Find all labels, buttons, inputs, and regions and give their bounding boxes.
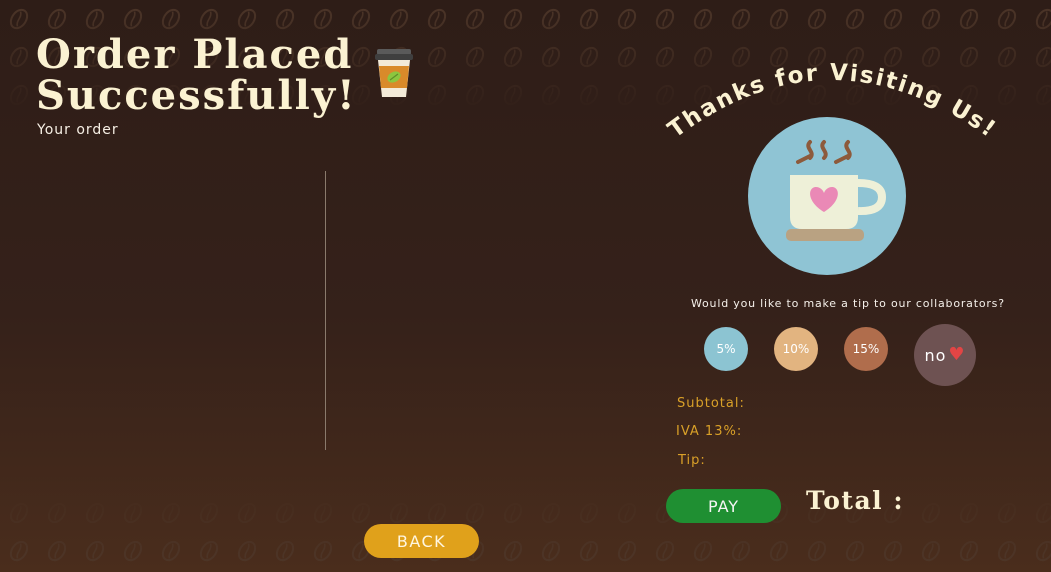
tip-15-button[interactable]: 15%	[844, 327, 888, 371]
title-line-1: Order Placed	[36, 31, 354, 78]
subtotal-label: Subtotal:	[677, 396, 745, 411]
iva-label: IVA 13%:	[676, 424, 743, 439]
order-subtitle: Your order	[37, 122, 119, 138]
tip-5-button[interactable]: 5%	[704, 327, 748, 371]
order-divider	[325, 171, 326, 450]
heart-icon: ♥	[948, 344, 966, 365]
tip-label: Tip:	[678, 453, 706, 468]
tip-question: Would you like to make a tip to our coll…	[691, 297, 1005, 310]
tip-10-button[interactable]: 10%	[774, 327, 818, 371]
total-label: Total :	[806, 486, 905, 515]
no-tip-button[interactable]: no ♥	[914, 324, 976, 386]
title-line-2: Successfully!	[36, 72, 357, 119]
coffee-mug-icon	[786, 140, 887, 241]
no-tip-label: no	[924, 345, 947, 365]
page-title: Order Placed Successfully!	[36, 34, 357, 116]
pay-button[interactable]: PAY	[666, 489, 781, 523]
back-button[interactable]: BACK	[364, 524, 479, 558]
coffee-cup-icon	[375, 49, 413, 97]
